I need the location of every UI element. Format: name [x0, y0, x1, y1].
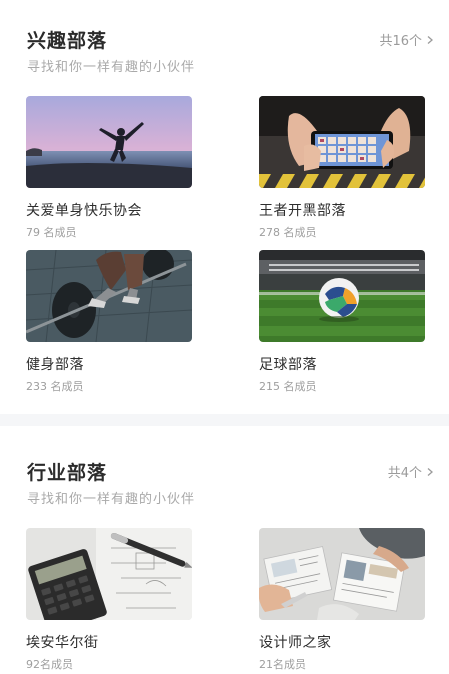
interest-count: 共16个 — [379, 34, 422, 49]
interest-section-title: 兴趣部落 — [27, 30, 108, 52]
tribe-name: 王者开黑部落 — [259, 203, 346, 219]
tribe-member-count: 21名成员 — [259, 658, 306, 671]
tribe-card[interactable]: 王者开黑部落 278 名成员 — [259, 96, 425, 240]
interest-section: 兴趣部落 寻找和你一样有趣的小伙伴 共16个 关爱单身快乐协会 79 名成员 王… — [0, 0, 449, 414]
tribe-thumbnail — [26, 96, 192, 188]
tribe-card[interactable]: 足球部落 215 名成员 — [259, 250, 425, 394]
gym-deadlift-image — [26, 250, 192, 342]
interest-section-subtitle: 寻找和你一样有趣的小伙伴 — [27, 60, 196, 75]
chevron-right-icon — [427, 467, 433, 476]
tribe-card[interactable]: 设计师之家 21名成员 — [259, 528, 425, 672]
tribe-member-count: 278 名成员 — [259, 226, 317, 239]
calculator-pen-image — [26, 528, 192, 620]
tribe-thumbnail — [259, 96, 425, 188]
industry-view-all-link[interactable]: 共4个 — [388, 462, 435, 481]
tribe-name: 足球部落 — [259, 357, 317, 373]
tribe-member-count: 79 名成员 — [26, 226, 77, 239]
industry-section-subtitle: 寻找和你一样有趣的小伙伴 — [27, 492, 196, 507]
tribe-card[interactable]: 关爱单身快乐协会 79 名成员 — [26, 96, 192, 240]
tribe-member-count: 215 名成员 — [259, 380, 317, 393]
tribe-member-count: 92名成员 — [26, 658, 73, 671]
phone-game-image — [259, 96, 425, 188]
tribe-name: 健身部落 — [26, 357, 84, 373]
chevron-right-icon — [427, 35, 433, 44]
tribe-card[interactable]: 埃安华尔街 92名成员 — [26, 528, 192, 672]
beach-jump-image — [26, 96, 192, 188]
tribe-member-count: 233 名成员 — [26, 380, 84, 393]
tribe-name: 设计师之家 — [259, 635, 332, 651]
industry-section-title: 行业部落 — [27, 462, 108, 484]
industry-count: 共4个 — [387, 466, 422, 481]
tribe-card[interactable]: 健身部落 233 名成员 — [26, 250, 192, 394]
industry-section: 行业部落 寻找和你一样有趣的小伙伴 共4个 埃安华尔街 92名成员 设计师之家 … — [0, 426, 449, 674]
tribe-thumbnail — [259, 528, 425, 620]
interest-view-all-link[interactable]: 共16个 — [379, 30, 435, 49]
tribe-thumbnail — [259, 250, 425, 342]
tribe-name: 关爱单身快乐协会 — [26, 203, 142, 219]
tribe-name: 埃安华尔街 — [26, 635, 99, 651]
soccer-ball-image — [259, 250, 425, 342]
tribe-thumbnail — [26, 250, 192, 342]
design-desk-image — [259, 528, 425, 620]
tribe-thumbnail — [26, 528, 192, 620]
section-divider — [0, 414, 449, 426]
